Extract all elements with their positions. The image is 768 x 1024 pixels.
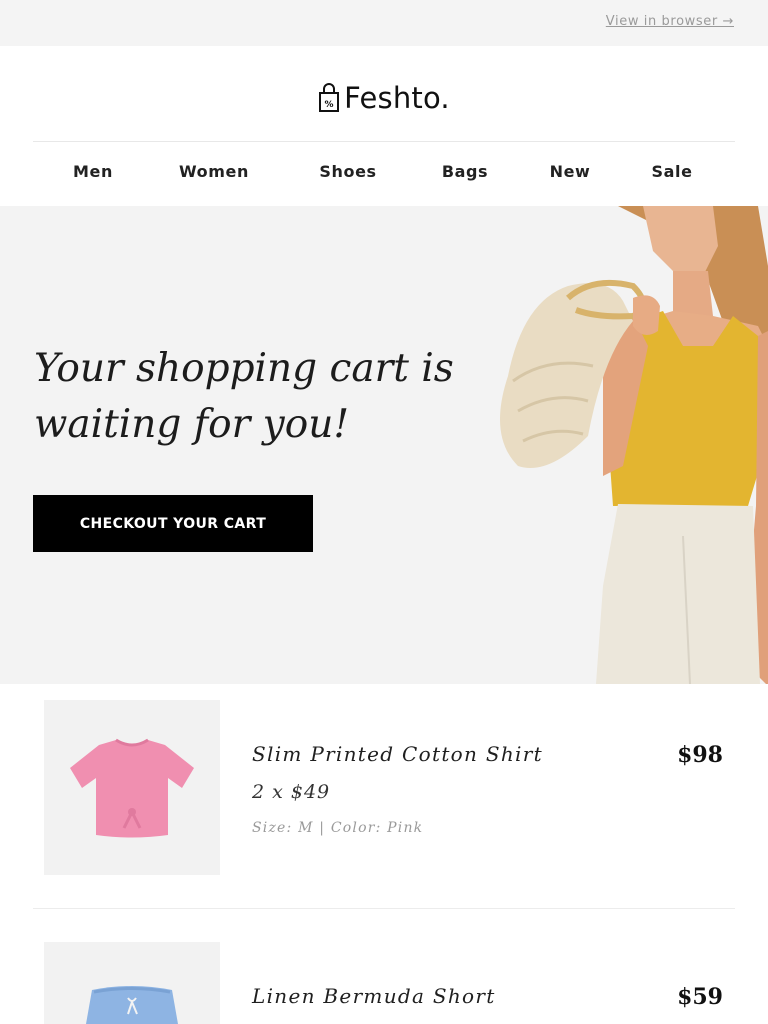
svg-text:%: %: [325, 100, 334, 110]
brand-logo[interactable]: % Feshto.: [0, 80, 768, 116]
header: % Feshto. Men Women Shoes Bags New Sale: [0, 46, 768, 206]
product-image[interactable]: [44, 700, 220, 875]
cart-items: Slim Printed Cotton Shirt 2 x $49 Size: …: [0, 684, 768, 1024]
item-divider: [33, 908, 735, 909]
hero-banner: Your shopping cart is waiting for you! C…: [0, 206, 768, 684]
product-image[interactable]: [44, 942, 220, 1024]
product-quantity: 2 x $49: [252, 781, 331, 803]
product-name[interactable]: Slim Printed Cotton Shirt: [252, 742, 543, 766]
hero-headline-line2: waiting for you!: [34, 402, 349, 447]
hero-headline-line1: Your shopping cart is: [34, 346, 454, 391]
product-total: $59: [677, 984, 723, 1010]
model-photo: [500, 206, 768, 684]
nav-item-new[interactable]: New: [550, 162, 591, 181]
nav-item-shoes[interactable]: Shoes: [319, 162, 376, 181]
blue-shorts-icon: [86, 986, 178, 1024]
brand-name: Feshto.: [344, 81, 450, 115]
product-total: $98: [677, 742, 723, 768]
view-in-browser-link[interactable]: View in browser →: [606, 14, 734, 29]
header-divider: [33, 141, 735, 142]
nav-item-men[interactable]: Men: [73, 162, 113, 181]
top-bar: View in browser →: [0, 0, 768, 46]
nav-item-sale[interactable]: Sale: [651, 162, 692, 181]
shopping-bag-icon: %: [318, 83, 340, 113]
hero-headline: Your shopping cart is waiting for you!: [34, 341, 454, 453]
product-details: Size: M | Color: Pink: [252, 820, 424, 836]
main-nav: Men Women Shoes Bags New Sale: [0, 152, 768, 192]
checkout-cart-button[interactable]: CHECKOUT YOUR CART: [33, 495, 313, 552]
nav-item-women[interactable]: Women: [179, 162, 249, 181]
nav-item-bags[interactable]: Bags: [442, 162, 488, 181]
pink-shirt-icon: [70, 738, 194, 838]
product-name[interactable]: Linen Bermuda Short: [252, 984, 496, 1008]
